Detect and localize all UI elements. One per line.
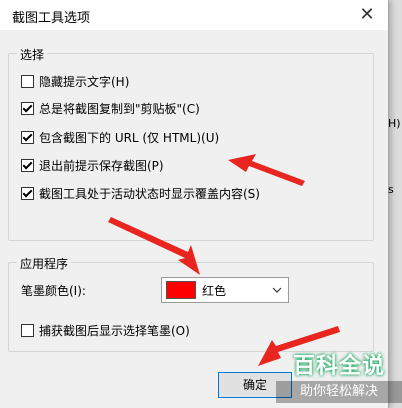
- close-icon[interactable]: ✕: [352, 2, 382, 28]
- option-label: 退出前提示保存截图(P): [39, 158, 164, 173]
- watermark-subtitle: 助你轻松解决: [276, 381, 402, 403]
- ink-color-row: 笔墨颜色(I):: [21, 280, 86, 300]
- ink-color-value: 红色: [202, 283, 227, 298]
- option-copy-to-clipboard[interactable]: 总是将截图复制到"剪贴板"(C): [21, 98, 200, 118]
- option-label: 总是将截图复制到"剪贴板"(C): [39, 101, 200, 116]
- option-include-url[interactable]: 包含截图下的 URL (仅 HTML)(U): [21, 127, 219, 147]
- selection-group: 选择 隐藏提示文字(H) 总是将截图复制到"剪贴板"(C) 包含截图下的 URL…: [8, 46, 374, 241]
- dialog-title: 截图工具选项: [12, 11, 91, 26]
- option-prompt-save[interactable]: 退出前提示保存截图(P): [21, 155, 164, 175]
- option-hide-hint-text[interactable]: 隐藏提示文字(H): [21, 71, 129, 91]
- watermark-title: 百科全说: [292, 354, 385, 379]
- ink-color-select[interactable]: 红色: [161, 277, 289, 303]
- option-capture-ink[interactable]: 捕获截图后显示选择笔墨(O): [21, 320, 190, 340]
- checkbox-hide-hint-text[interactable]: [21, 74, 34, 88]
- chevron-down-icon[interactable]: [272, 281, 282, 302]
- snipping-options-dialog: 截图工具选项 ✕ 选择 隐藏提示文字(H) 总是将截图复制到"剪贴板"(C) 包…: [0, 0, 389, 408]
- checkbox-show-overlay[interactable]: [21, 186, 34, 200]
- title-bar: 截图工具选项 ✕: [0, 0, 388, 30]
- application-group: 应用程序 笔墨颜色(I): 红色 捕获截图后显示选择笔墨(O): [8, 255, 374, 352]
- checkbox-include-url[interactable]: [21, 130, 34, 144]
- checkbox-copy-to-clipboard[interactable]: [21, 101, 34, 115]
- ink-color-swatch: [166, 281, 196, 299]
- selection-legend: 选择: [17, 46, 48, 63]
- option-label: 截图工具处于活动状态时显示覆盖内容(S): [39, 186, 260, 201]
- watermark-logo: 百科全说 助你轻松解决: [276, 348, 402, 408]
- background-peek-text: H): [388, 117, 401, 130]
- option-show-overlay[interactable]: 截图工具处于活动状态时显示覆盖内容(S): [21, 183, 260, 203]
- checkbox-capture-ink[interactable]: [21, 323, 34, 337]
- option-label: 隐藏提示文字(H): [39, 74, 130, 89]
- checkbox-prompt-save[interactable]: [21, 158, 34, 172]
- ink-color-label: 笔墨颜色(I):: [21, 283, 86, 298]
- application-legend: 应用程序: [17, 255, 72, 272]
- option-label: 包含截图下的 URL (仅 HTML)(U): [39, 130, 220, 145]
- background-peek-text: s: [388, 183, 394, 196]
- option-label: 捕获截图后显示选择笔墨(O): [39, 323, 190, 338]
